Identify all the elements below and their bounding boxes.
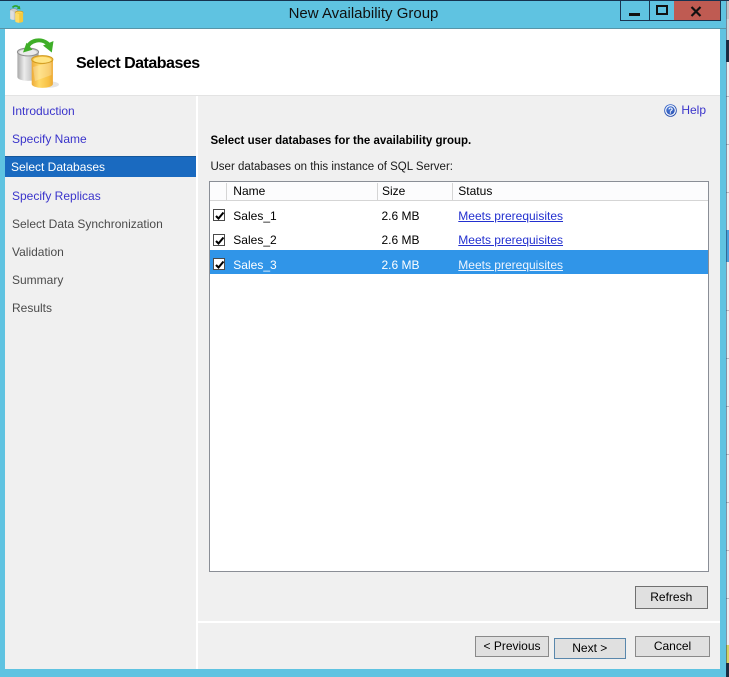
svg-text:?: ? [668,105,673,115]
